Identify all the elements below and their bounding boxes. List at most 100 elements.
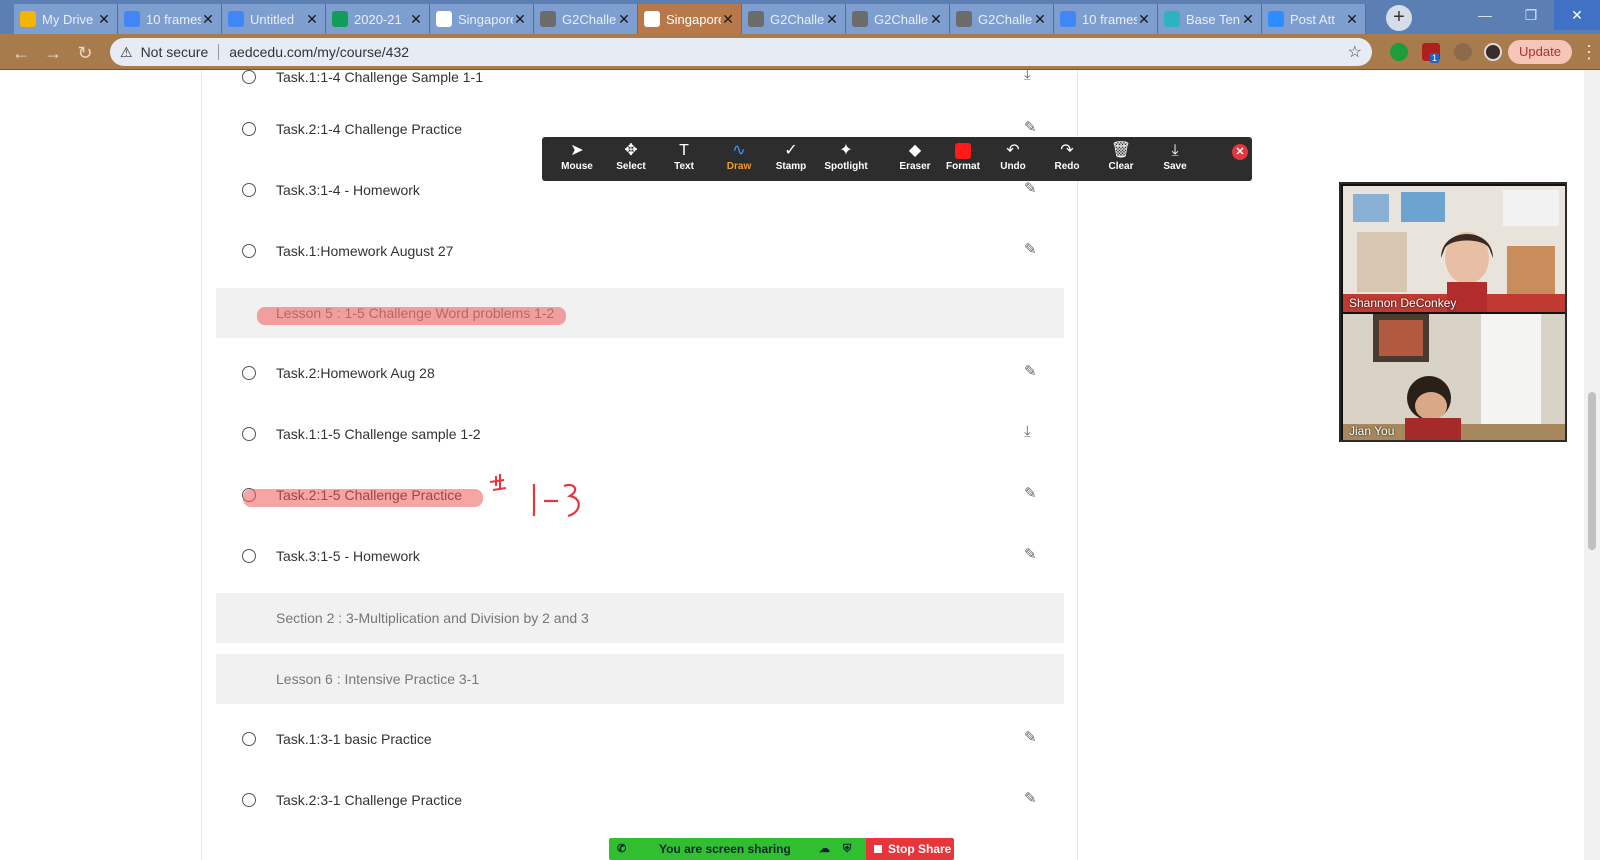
tab-close-icon[interactable]: ✕ [1241, 11, 1255, 28]
back-icon[interactable]: ← [10, 42, 32, 64]
tool-format[interactable]: Format [936, 141, 990, 177]
tool-redo[interactable]: ↷ Redo [1040, 141, 1094, 177]
profile-avatar[interactable] [1484, 43, 1502, 61]
tab-close-icon[interactable]: ✕ [305, 11, 319, 28]
stop-share-button[interactable]: Stop Share [866, 838, 954, 860]
pencil-icon[interactable]: ✎ [1024, 240, 1037, 258]
ublock-icon[interactable]: 1 [1422, 43, 1440, 63]
tool-draw[interactable]: ∿ Draw [712, 141, 766, 177]
extension-green-icon[interactable] [1390, 43, 1408, 61]
lesson-header[interactable]: Lesson 6 : Intensive Practice 3-1 [216, 654, 1064, 704]
tool-select[interactable]: ✥ Select [604, 141, 658, 177]
tab-close-icon[interactable]: ✕ [1137, 11, 1151, 28]
pencil-icon[interactable]: ✎ [1024, 728, 1037, 746]
tool-stamp[interactable]: ✓ Stamp [764, 141, 818, 177]
reload-icon[interactable]: ↻ [74, 42, 96, 64]
url-text[interactable]: aedcedu.com/my/course/432 [229, 44, 409, 60]
tool-save[interactable]: ⤓ Save [1148, 141, 1202, 177]
menu-kebab-icon[interactable]: ⋮ [1580, 42, 1598, 63]
address-bar[interactable]: ⚠ Not secure aedcedu.com/my/course/432 ☆ [110, 38, 1372, 66]
browser-tab[interactable]: 10 frames ✕ [1054, 4, 1158, 34]
task-radio[interactable] [242, 732, 256, 746]
tool-text[interactable]: T Text [657, 141, 711, 177]
browser-tab[interactable]: Singapore ✕ [430, 4, 534, 34]
task-row[interactable]: Task.1:1-5 Challenge sample 1-2 ⤓ [216, 410, 1064, 460]
tab-close-icon[interactable]: ✕ [409, 11, 423, 28]
tool-clear[interactable]: 🗑 Clear [1094, 141, 1148, 177]
browser-tab[interactable]: Untitled ✕ [222, 4, 326, 34]
bookmark-star-icon[interactable]: ☆ [1348, 42, 1362, 62]
tab-close-icon[interactable]: ✕ [1033, 11, 1047, 28]
minimize-icon[interactable]: — [1462, 0, 1508, 30]
tool-spotlight[interactable]: ✦ Spotlight [819, 141, 873, 177]
pencil-icon[interactable]: ✎ [1024, 362, 1037, 380]
task-label[interactable]: Task.1:Homework August 27 [276, 243, 453, 259]
browser-tab[interactable]: G2Challenge✕ [846, 4, 950, 34]
task-label[interactable]: Task.2:1-4 Challenge Practice [276, 121, 462, 137]
pencil-icon[interactable]: ✎ [1024, 179, 1037, 197]
browser-tab[interactable]: G2Challenge✕ [950, 4, 1054, 34]
tab-close-icon[interactable]: ✕ [721, 11, 735, 28]
task-label[interactable]: Task.1:1-4 Challenge Sample 1-1 [276, 70, 483, 85]
pencil-icon[interactable]: ✎ [1024, 484, 1037, 502]
task-row-partial[interactable]: Task.1:1-4 Challenge Sample 1-1 ⤓ [216, 70, 1064, 103]
task-radio[interactable] [242, 549, 256, 563]
tab-close-icon[interactable]: ✕ [97, 11, 111, 28]
browser-tab[interactable]: My Drive ✕ [14, 4, 118, 34]
extensions-puzzle-icon[interactable] [1454, 43, 1472, 61]
browser-tab[interactable]: G2Challenge✕ [534, 4, 638, 34]
task-label[interactable]: Task.2:3-1 Challenge Practice [276, 792, 462, 808]
share-status[interactable]: ✆ You are screen sharing ☁ ⛨ [609, 838, 866, 860]
tab-close-icon[interactable]: ✕ [1345, 11, 1359, 28]
close-annotation-icon[interactable]: ✕ [1232, 144, 1248, 160]
task-label[interactable]: Task.1:3-1 basic Practice [276, 731, 432, 747]
task-radio[interactable] [242, 366, 256, 380]
tool-mouse[interactable]: ➤ Mouse [550, 141, 604, 177]
scrollbar-thumb[interactable] [1588, 392, 1596, 550]
browser-tab[interactable]: Post Att ✕ [1262, 4, 1366, 34]
task-radio[interactable] [242, 244, 256, 258]
download-icon[interactable]: ⤓ [1024, 70, 1031, 83]
lesson-header[interactable]: Section 2 : 3-Multiplication and Divisio… [216, 593, 1064, 643]
browser-tab[interactable]: 10 frames ✕ [118, 4, 222, 34]
restore-icon[interactable]: ❐ [1508, 0, 1554, 30]
tool-undo[interactable]: ↶ Undo [986, 141, 1040, 177]
browser-tab[interactable]: G2Challenge✕ [742, 4, 846, 34]
task-label[interactable]: Task.1:1-5 Challenge sample 1-2 [276, 426, 481, 442]
task-row[interactable]: Task.3:1-5 - Homework ✎ [216, 532, 1064, 582]
tab-close-icon[interactable]: ✕ [201, 11, 215, 28]
task-radio[interactable] [242, 122, 256, 136]
video-tile-participant-1[interactable]: Shannon DeConkey [1343, 186, 1565, 312]
tab-close-icon[interactable]: ✕ [929, 11, 943, 28]
task-radio[interactable] [242, 183, 256, 197]
tab-close-icon[interactable]: ✕ [513, 11, 527, 28]
new-tab-button[interactable]: + [1386, 5, 1412, 31]
undo-icon: ↶ [1006, 142, 1020, 159]
task-radio[interactable] [242, 427, 256, 441]
tab-close-icon[interactable]: ✕ [825, 11, 839, 28]
page-scrollbar[interactable] [1584, 70, 1600, 860]
task-row[interactable]: Task.1:3-1 basic Practice ✎ [216, 715, 1064, 765]
tab-close-icon[interactable]: ✕ [617, 11, 631, 28]
pencil-icon[interactable]: ✎ [1024, 118, 1037, 136]
task-radio[interactable] [242, 793, 256, 807]
screen-share-bar: ✆ You are screen sharing ☁ ⛨ Stop Share [609, 838, 954, 860]
browser-tab[interactable]: Base Ten ✕ [1158, 4, 1262, 34]
download-icon[interactable]: ⤓ [1024, 423, 1031, 440]
task-row[interactable]: Task.2:Homework Aug 28 ✎ [216, 349, 1064, 399]
task-row[interactable]: Task.1:Homework August 27 ✎ [216, 227, 1064, 277]
pencil-icon[interactable]: ✎ [1024, 789, 1037, 807]
task-radio[interactable] [242, 70, 256, 84]
task-label[interactable]: Task.3:1-5 - Homework [276, 548, 420, 564]
pencil-icon[interactable]: ✎ [1024, 545, 1037, 563]
tool-eraser[interactable]: ◆ Eraser [888, 141, 942, 177]
task-label[interactable]: Task.2:Homework Aug 28 [276, 365, 435, 381]
browser-tab[interactable]: 2020-21 ✕ [326, 4, 430, 34]
task-label[interactable]: Task.3:1-4 - Homework [276, 182, 420, 198]
update-button[interactable]: Update [1508, 40, 1572, 64]
forward-icon[interactable]: → [42, 42, 64, 64]
video-tile-participant-2[interactable]: Jian You [1343, 314, 1565, 440]
browser-tab[interactable]: Singapore ✕ [638, 4, 742, 34]
task-row[interactable]: Task.2:3-1 Challenge Practice ✎ [216, 776, 1064, 826]
window-close-icon[interactable]: ✕ [1554, 0, 1600, 30]
